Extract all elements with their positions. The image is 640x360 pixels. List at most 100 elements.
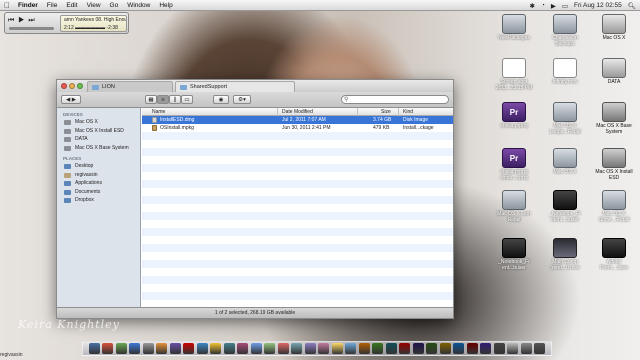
sidebar-item-home[interactable]: regivassin (57, 171, 140, 180)
column-size[interactable]: Size (381, 109, 391, 115)
column-kind[interactable]: Kind (403, 109, 413, 115)
dock-app-icon[interactable] (223, 343, 235, 354)
menu-window[interactable]: Window (127, 2, 150, 9)
dock-app-icon[interactable] (142, 343, 154, 354)
apple-menu-icon[interactable]:  (4, 1, 12, 10)
column-name[interactable]: Name (152, 109, 165, 115)
desktop-icon-item[interactable]: Screen shot 2011...25.15 PM (494, 58, 534, 91)
desktop-icon-item[interactable]: NewPackages (494, 14, 534, 42)
dock-app-icon[interactable] (156, 343, 167, 354)
zoom-button[interactable] (77, 83, 83, 89)
dock-app-icon[interactable] (534, 343, 545, 354)
list-view-button[interactable]: ≡ (157, 95, 169, 104)
column-date[interactable]: Date Modified (282, 109, 313, 115)
coverflow-view-button[interactable]: ▭ (181, 95, 193, 104)
dock-app-icon[interactable] (277, 343, 289, 354)
desktop-icon-item[interactable]: Adobe Prem....ilsee (594, 238, 634, 271)
sidebar-item-mac-os-x[interactable]: Mac OS X (57, 118, 140, 127)
dock-app-icon[interactable] (169, 343, 181, 354)
bluetooth-icon[interactable]: ✱ (529, 2, 534, 10)
dock-app-icon[interactable] (466, 343, 478, 354)
table-row[interactable]: InstallESD.dmg Jul 2, 2011 7:07 AM 3.74 GB… (142, 116, 453, 124)
clock[interactable]: Fri Aug 12 02:55 (574, 2, 622, 9)
minimize-button[interactable] (69, 83, 75, 89)
table-row[interactable]: OSInstall.mpkg Jun 30, 2011 2:41 PM 479 KB… (142, 124, 453, 132)
desktop-icon-item[interactable]: Mac OS X (594, 14, 634, 42)
sidebar-item-base-system[interactable]: Mac OS X Base System (57, 144, 140, 153)
menu-go[interactable]: Go (110, 2, 119, 9)
volume-slider[interactable] (9, 27, 54, 30)
dock-app-icon[interactable] (291, 343, 302, 354)
dock-app-icon[interactable] (345, 343, 356, 354)
dock-app-icon[interactable] (102, 343, 113, 354)
desktop-icon-item[interactable]: Mac OS X Snow....Retail (594, 190, 634, 223)
volume-icon[interactable]: ▶ (551, 2, 556, 10)
sidebar-item-applications[interactable]: Applications (57, 179, 140, 188)
menu-help[interactable]: Help (159, 2, 172, 9)
dock-app-icon[interactable] (210, 343, 221, 354)
column-header: Name Date Modified Size Kind (142, 108, 453, 116)
dock-app-icon[interactable] (358, 343, 370, 354)
action-gear-button[interactable]: ⚙▾ (233, 95, 251, 104)
desktop-icon-item[interactable]: Mac OS X Base System (594, 102, 634, 135)
sidebar-item-data[interactable]: DATA (57, 135, 140, 144)
desktop-icon-item[interactable]: Main Comp (rend...0.mov (545, 238, 585, 271)
dock-app-icon[interactable] (453, 343, 464, 354)
dock-app-icon[interactable] (183, 343, 194, 354)
sidebar-item-dropbox[interactable]: Dropbox (57, 196, 140, 205)
dock-app-icon[interactable] (237, 343, 248, 354)
dock-app-icon[interactable] (88, 343, 100, 354)
menu-view[interactable]: View (87, 2, 101, 9)
desktop-icon-item[interactable]: Mac OS X Install ESD (594, 148, 634, 181)
close-button[interactable] (61, 83, 67, 89)
icon-view-button[interactable]: ▦ (145, 95, 157, 104)
desktop-icon-item[interactable]: Pr sheila.prproj (494, 102, 534, 130)
menu-edit[interactable]: Edit (66, 2, 77, 9)
desktop-icon-item[interactable]: DATA (594, 58, 634, 86)
spotlight-icon[interactable]: 🔍︎ (628, 2, 636, 10)
sidebar-item-documents[interactable]: Documents (57, 188, 140, 197)
quick-look-button[interactable]: ◉ (213, 95, 229, 104)
dock-app-icon[interactable] (426, 343, 437, 354)
sidebar-item-desktop[interactable]: Desktop (57, 162, 140, 171)
dock-app-icon[interactable] (385, 343, 397, 354)
track-progress[interactable]: 2:12 ▬▬▬▬▬▬ -2:38 (64, 25, 126, 31)
dock-app-icon[interactable] (399, 343, 410, 354)
desktop-icon-item[interactable]: _Notebook_Fr ent...buser (494, 238, 534, 271)
dock-app-icon[interactable] (412, 343, 424, 354)
dock-app-icon[interactable] (520, 343, 532, 354)
back-forward-button[interactable]: ◀ ▶ (61, 95, 81, 104)
dock-app-icon[interactable] (480, 343, 491, 354)
desktop-icon-item[interactable]: Infinity.mov (545, 58, 585, 86)
tab-lion[interactable]: LION (87, 81, 173, 92)
dock-app-icon[interactable] (331, 343, 343, 354)
dock-app-icon[interactable] (507, 343, 518, 354)
dock-app-icon[interactable] (493, 343, 505, 354)
dock-app-icon[interactable] (439, 343, 451, 354)
dock-app-icon[interactable] (250, 343, 262, 354)
sidebar-item-install-esd[interactable]: Mac OS X Install ESD (57, 127, 140, 136)
desktop-icon-item[interactable]: Mac OS X Leopa...Retail (545, 102, 585, 135)
window-titlebar[interactable]: LION SharedSupport (57, 80, 453, 92)
desktop-icon-item[interactable]: _Notebook_Fr etent...buser (545, 190, 585, 223)
wifi-icon[interactable]: ◔ (541, 2, 545, 9)
tab-sharedsupport[interactable]: SharedSupport (175, 81, 295, 92)
itunes-mini-player: ⏮ ▶ ⏭ amn Yankees 08. High Enoug 2:12 ▬▬… (4, 12, 129, 34)
battery-icon[interactable]: ▭ (562, 2, 568, 10)
dock-app-icon[interactable] (196, 343, 208, 354)
dock-app-icon[interactable] (264, 343, 275, 354)
desktop-icon-item[interactable]: Mac OS X (545, 148, 585, 176)
dock-app-icon[interactable] (318, 343, 329, 354)
desktop-icon-item[interactable]: Pr sheila.prproj wndo...r.proj (494, 148, 534, 181)
dock-app-icon[interactable] (372, 343, 383, 354)
menu-file[interactable]: File (47, 2, 57, 9)
menu-finder[interactable]: Finder (18, 2, 38, 9)
dock-app-icon[interactable] (115, 343, 127, 354)
playback-controls[interactable]: ⏮ ▶ ⏭ (8, 17, 36, 25)
desktop-icon-item[interactable]: Chameleon Backups (545, 14, 585, 47)
dock-app-icon[interactable] (129, 343, 140, 354)
search-field[interactable]: ⚲ (341, 95, 449, 104)
desktop-icon-item[interactable]: Mac OS X Lion Retail (494, 190, 534, 223)
column-view-button[interactable]: ∥ (169, 95, 181, 104)
dock-app-icon[interactable] (304, 343, 316, 354)
